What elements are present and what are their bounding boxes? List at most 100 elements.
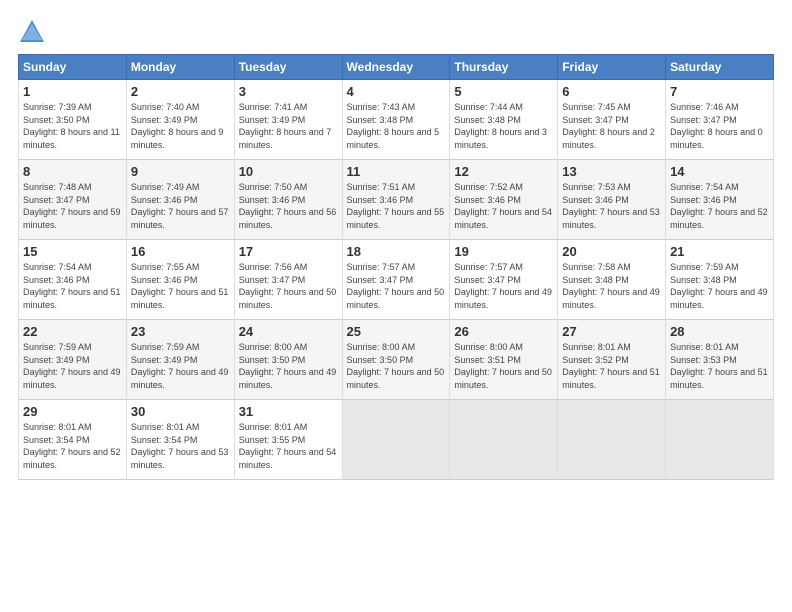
day-number: 25	[347, 324, 446, 339]
calendar-cell: 11 Sunrise: 7:51 AMSunset: 3:46 PMDayligh…	[342, 160, 450, 240]
logo	[18, 18, 50, 46]
day-info: Sunrise: 7:56 AMSunset: 3:47 PMDaylight:…	[239, 262, 337, 310]
day-number: 7	[670, 84, 769, 99]
day-number: 12	[454, 164, 553, 179]
calendar-cell: 29 Sunrise: 8:01 AMSunset: 3:54 PMDayligh…	[19, 400, 127, 480]
weekday-row: SundayMondayTuesdayWednesdayThursdayFrid…	[19, 55, 774, 80]
calendar-cell: 5 Sunrise: 7:44 AMSunset: 3:48 PMDaylight…	[450, 80, 558, 160]
day-number: 11	[347, 164, 446, 179]
weekday-header-monday: Monday	[126, 55, 234, 80]
day-info: Sunrise: 7:54 AMSunset: 3:46 PMDaylight:…	[23, 262, 121, 310]
day-info: Sunrise: 7:59 AMSunset: 3:48 PMDaylight:…	[670, 262, 768, 310]
calendar-cell: 6 Sunrise: 7:45 AMSunset: 3:47 PMDaylight…	[558, 80, 666, 160]
day-number: 13	[562, 164, 661, 179]
calendar-cell	[558, 400, 666, 480]
day-info: Sunrise: 8:01 AMSunset: 3:54 PMDaylight:…	[131, 422, 229, 470]
day-number: 29	[23, 404, 122, 419]
day-info: Sunrise: 7:46 AMSunset: 3:47 PMDaylight:…	[670, 102, 763, 150]
day-info: Sunrise: 8:01 AMSunset: 3:55 PMDaylight:…	[239, 422, 337, 470]
calendar-cell: 30 Sunrise: 8:01 AMSunset: 3:54 PMDayligh…	[126, 400, 234, 480]
day-number: 18	[347, 244, 446, 259]
day-info: Sunrise: 8:00 AMSunset: 3:50 PMDaylight:…	[347, 342, 445, 390]
calendar-cell: 2Sunrise: 7:40 AMSunset: 3:49 PMDaylight…	[126, 80, 234, 160]
calendar-cell: 28 Sunrise: 8:01 AMSunset: 3:53 PMDayligh…	[666, 320, 774, 400]
weekday-header-saturday: Saturday	[666, 55, 774, 80]
week-row-3: 15 Sunrise: 7:54 AMSunset: 3:46 PMDayligh…	[19, 240, 774, 320]
logo-icon	[18, 18, 46, 46]
week-row-1: 1 Sunrise: 7:39 AMSunset: 3:50 PMDaylight…	[19, 80, 774, 160]
day-number: 28	[670, 324, 769, 339]
day-number: 1	[23, 84, 122, 99]
day-info: Sunrise: 7:43 AMSunset: 3:48 PMDaylight:…	[347, 102, 440, 150]
weekday-header-wednesday: Wednesday	[342, 55, 450, 80]
day-info: Sunrise: 7:49 AMSunset: 3:46 PMDaylight:…	[131, 182, 229, 230]
calendar-cell	[342, 400, 450, 480]
calendar-cell	[666, 400, 774, 480]
page: SundayMondayTuesdayWednesdayThursdayFrid…	[0, 0, 792, 612]
day-info: Sunrise: 8:01 AMSunset: 3:53 PMDaylight:…	[670, 342, 768, 390]
calendar-cell: 8 Sunrise: 7:48 AMSunset: 3:47 PMDaylight…	[19, 160, 127, 240]
calendar-cell: 24 Sunrise: 8:00 AMSunset: 3:50 PMDayligh…	[234, 320, 342, 400]
calendar-cell: 12Sunrise: 7:52 AMSunset: 3:46 PMDayligh…	[450, 160, 558, 240]
calendar-cell: 22Sunrise: 7:59 AMSunset: 3:49 PMDayligh…	[19, 320, 127, 400]
calendar-cell: 14 Sunrise: 7:54 AMSunset: 3:46 PMDayligh…	[666, 160, 774, 240]
day-number: 8	[23, 164, 122, 179]
day-number: 26	[454, 324, 553, 339]
calendar-cell: 7 Sunrise: 7:46 AMSunset: 3:47 PMDaylight…	[666, 80, 774, 160]
day-info: Sunrise: 7:44 AMSunset: 3:48 PMDaylight:…	[454, 102, 547, 150]
day-number: 30	[131, 404, 230, 419]
day-number: 17	[239, 244, 338, 259]
day-info: Sunrise: 8:00 AMSunset: 3:50 PMDaylight:…	[239, 342, 337, 390]
day-info: Sunrise: 7:41 AMSunset: 3:49 PMDaylight:…	[239, 102, 332, 150]
day-info: Sunrise: 7:59 AMSunset: 3:49 PMDaylight:…	[23, 342, 121, 390]
header	[18, 18, 774, 46]
day-number: 6	[562, 84, 661, 99]
calendar-cell: 10 Sunrise: 7:50 AMSunset: 3:46 PMDayligh…	[234, 160, 342, 240]
day-info: Sunrise: 7:45 AMSunset: 3:47 PMDaylight:…	[562, 102, 655, 150]
day-number: 4	[347, 84, 446, 99]
calendar-cell: 23 Sunrise: 7:59 AMSunset: 3:49 PMDayligh…	[126, 320, 234, 400]
day-number: 23	[131, 324, 230, 339]
calendar-table: SundayMondayTuesdayWednesdayThursdayFrid…	[18, 54, 774, 480]
day-info: Sunrise: 7:53 AMSunset: 3:46 PMDaylight:…	[562, 182, 660, 230]
calendar-cell: 25 Sunrise: 8:00 AMSunset: 3:50 PMDayligh…	[342, 320, 450, 400]
calendar-cell: 17 Sunrise: 7:56 AMSunset: 3:47 PMDayligh…	[234, 240, 342, 320]
calendar-cell: 15 Sunrise: 7:54 AMSunset: 3:46 PMDayligh…	[19, 240, 127, 320]
day-info: Sunrise: 8:01 AMSunset: 3:54 PMDaylight:…	[23, 422, 121, 470]
day-info: Sunrise: 8:01 AMSunset: 3:52 PMDaylight:…	[562, 342, 660, 390]
calendar-cell: 27 Sunrise: 8:01 AMSunset: 3:52 PMDayligh…	[558, 320, 666, 400]
day-info: Sunrise: 7:39 AMSunset: 3:50 PMDaylight:…	[23, 102, 120, 150]
day-number: 16	[131, 244, 230, 259]
day-number: 10	[239, 164, 338, 179]
day-number: 19	[454, 244, 553, 259]
day-info: Sunrise: 7:54 AMSunset: 3:46 PMDaylight:…	[670, 182, 768, 230]
day-number: 24	[239, 324, 338, 339]
day-info: Sunrise: 7:59 AMSunset: 3:49 PMDaylight:…	[131, 342, 229, 390]
day-info: Sunrise: 7:40 AMSunset: 3:49 PMDaylight:…	[131, 102, 224, 150]
calendar-cell: 1 Sunrise: 7:39 AMSunset: 3:50 PMDaylight…	[19, 80, 127, 160]
day-info: Sunrise: 7:50 AMSunset: 3:46 PMDaylight:…	[239, 182, 337, 230]
day-number: 9	[131, 164, 230, 179]
week-row-4: 22Sunrise: 7:59 AMSunset: 3:49 PMDayligh…	[19, 320, 774, 400]
calendar-cell: 16Sunrise: 7:55 AMSunset: 3:46 PMDayligh…	[126, 240, 234, 320]
weekday-header-friday: Friday	[558, 55, 666, 80]
calendar-cell	[450, 400, 558, 480]
calendar-cell: 9 Sunrise: 7:49 AMSunset: 3:46 PMDaylight…	[126, 160, 234, 240]
day-number: 14	[670, 164, 769, 179]
day-info: Sunrise: 8:00 AMSunset: 3:51 PMDaylight:…	[454, 342, 552, 390]
calendar-body: 1 Sunrise: 7:39 AMSunset: 3:50 PMDaylight…	[19, 80, 774, 480]
day-info: Sunrise: 7:48 AMSunset: 3:47 PMDaylight:…	[23, 182, 121, 230]
day-number: 15	[23, 244, 122, 259]
day-info: Sunrise: 7:51 AMSunset: 3:46 PMDaylight:…	[347, 182, 445, 230]
week-row-5: 29 Sunrise: 8:01 AMSunset: 3:54 PMDayligh…	[19, 400, 774, 480]
calendar-cell: 20Sunrise: 7:58 AMSunset: 3:48 PMDayligh…	[558, 240, 666, 320]
calendar-cell: 18Sunrise: 7:57 AMSunset: 3:47 PMDayligh…	[342, 240, 450, 320]
day-number: 27	[562, 324, 661, 339]
day-info: Sunrise: 7:58 AMSunset: 3:48 PMDaylight:…	[562, 262, 660, 310]
calendar-cell: 31Sunrise: 8:01 AMSunset: 3:55 PMDayligh…	[234, 400, 342, 480]
day-number: 3	[239, 84, 338, 99]
day-number: 5	[454, 84, 553, 99]
day-number: 21	[670, 244, 769, 259]
weekday-header-thursday: Thursday	[450, 55, 558, 80]
calendar-cell: 21 Sunrise: 7:59 AMSunset: 3:48 PMDayligh…	[666, 240, 774, 320]
